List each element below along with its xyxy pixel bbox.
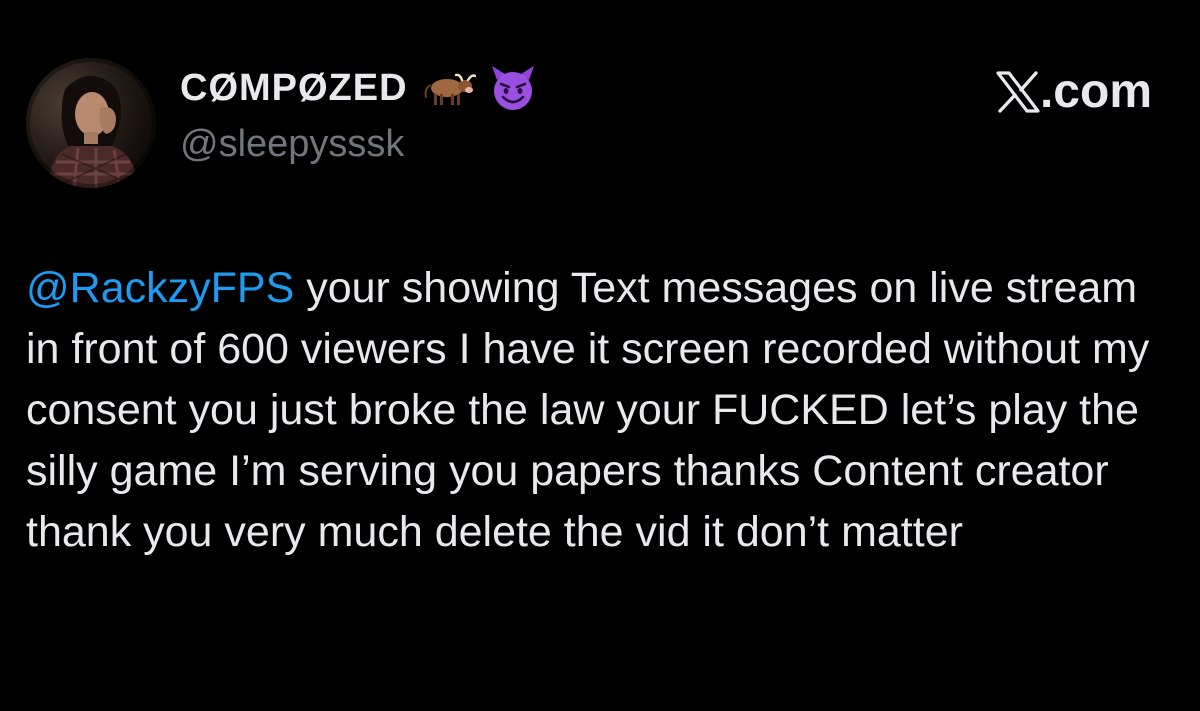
tweet-card: CØMPØZED @sleepysssk .com @RackzyFPS you… bbox=[0, 0, 1200, 711]
name-row: CØMPØZED bbox=[180, 62, 538, 114]
author-info: CØMPØZED @sleepysssk bbox=[180, 62, 538, 170]
tweet-text: @RackzyFPS your showing Text messages on… bbox=[26, 258, 1166, 563]
smiling-devil-emoji-icon bbox=[488, 64, 538, 112]
site-label: .com bbox=[996, 64, 1152, 120]
profile-photo-icon bbox=[26, 58, 156, 188]
x-logo-icon bbox=[996, 71, 1040, 113]
site-domain-text: .com bbox=[1039, 65, 1152, 118]
ox-emoji-icon bbox=[420, 68, 476, 108]
user-handle[interactable]: @sleepysssk bbox=[180, 118, 538, 170]
mention-link[interactable]: @RackzyFPS bbox=[26, 264, 294, 312]
display-name[interactable]: CØMPØZED bbox=[180, 62, 408, 114]
avatar[interactable] bbox=[26, 58, 156, 188]
